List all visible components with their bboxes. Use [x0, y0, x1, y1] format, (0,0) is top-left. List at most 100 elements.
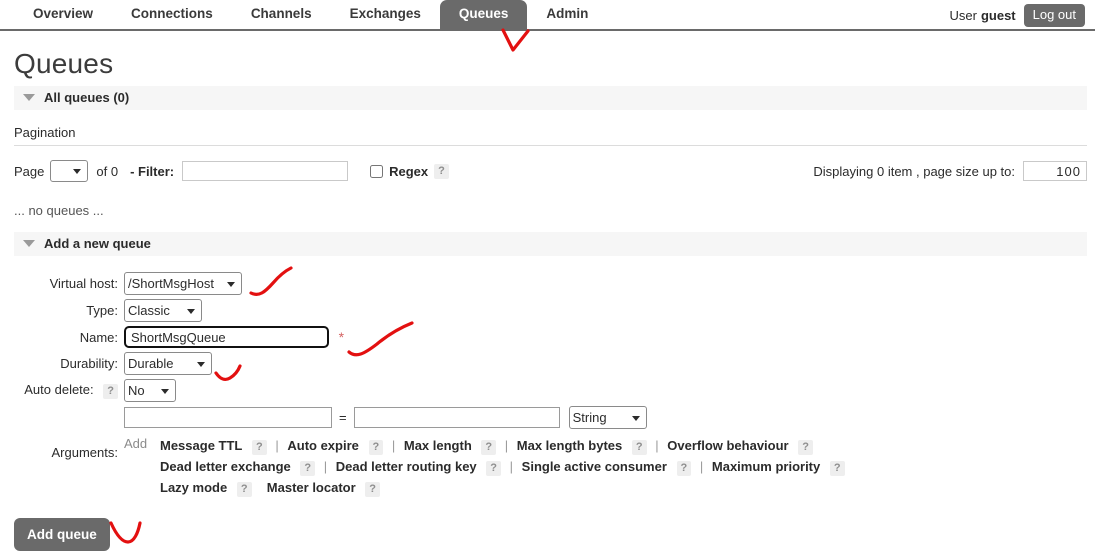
page-label: Page — [14, 164, 44, 179]
nav-tab-overview[interactable]: Overview — [14, 0, 112, 29]
nav-tab-channels[interactable]: Channels — [232, 0, 331, 29]
preset-separator: | — [700, 459, 703, 474]
page-select[interactable] — [50, 160, 88, 182]
required-marker: * — [339, 329, 344, 345]
argument-key-input[interactable] — [124, 407, 332, 428]
argument-preset-row: Message TTL ? | Auto expire ? | Max leng… — [160, 435, 845, 456]
type-select[interactable]: Classic — [124, 299, 202, 322]
virtual-host-select-wrapper: /ShortMsgHost — [124, 272, 242, 295]
argument-presets: Add Message TTL ? | Auto expire ? | Max … — [124, 435, 845, 498]
virtual-host-select[interactable]: /ShortMsgHost — [124, 272, 242, 295]
auto-delete-select[interactable]: No — [124, 379, 176, 402]
page-select-wrapper — [50, 160, 88, 182]
arguments-cell: = String Add Message TTL ? | Auto expire — [124, 404, 845, 500]
preset-separator: | — [655, 438, 658, 453]
preset-auto-expire-help-icon[interactable]: ? — [369, 440, 384, 455]
preset-max-length[interactable]: Max length — [404, 438, 472, 453]
section-header-all-queues-label: All queues (0) — [44, 90, 129, 105]
preset-auto-expire[interactable]: Auto expire — [287, 438, 359, 453]
pagination-divider — [14, 145, 1087, 146]
preset-dead-letter-exchange-help-icon[interactable]: ? — [300, 461, 315, 476]
nav-tab-admin[interactable]: Admin — [527, 0, 607, 29]
filter-label: - Filter: — [130, 164, 174, 179]
nav-tab-queues[interactable]: Queues — [440, 0, 528, 29]
nav-tab-channels-label: Channels — [251, 6, 312, 21]
preset-separator: | — [392, 438, 395, 453]
argument-value-input[interactable] — [354, 407, 560, 428]
nav-user-area: User guest Log out — [950, 3, 1086, 27]
regex-checkbox[interactable] — [370, 165, 383, 178]
preset-max-length-bytes-help-icon[interactable]: ? — [632, 440, 647, 455]
type-label: Type: — [0, 297, 124, 324]
arguments-label: Arguments: — [0, 404, 124, 500]
preset-lazy-mode[interactable]: Lazy mode — [160, 480, 227, 495]
auto-delete-label: Auto delete: — [24, 382, 93, 397]
auto-delete-label-cell: Auto delete: ? — [0, 377, 124, 404]
preset-separator: | — [505, 438, 508, 453]
page-size-group: Displaying 0 item , page size up to: — [813, 161, 1087, 181]
preset-separator: | — [275, 438, 278, 453]
pagination-label: Pagination — [14, 125, 1095, 140]
nav-tab-queues-label: Queues — [459, 6, 509, 21]
regex-checkbox-group: Regex ? — [370, 164, 449, 179]
preset-message-ttl-help-icon[interactable]: ? — [252, 440, 267, 455]
logout-button[interactable]: Log out — [1024, 4, 1085, 27]
page-size-input[interactable] — [1023, 161, 1087, 181]
type-select-wrapper: Classic — [124, 299, 202, 322]
auto-delete-select-wrapper: No — [124, 379, 176, 402]
preset-master-locator[interactable]: Master locator — [267, 480, 356, 495]
preset-single-active-consumer[interactable]: Single active consumer — [522, 459, 667, 474]
empty-queue-list-message: ... no queues ... — [14, 203, 1095, 218]
page-count-label: of 0 — [96, 164, 118, 179]
preset-message-ttl[interactable]: Message TTL — [160, 438, 242, 453]
regex-help-icon[interactable]: ? — [434, 164, 449, 179]
nav-tab-connections[interactable]: Connections — [112, 0, 232, 29]
form-row-virtual-host: Virtual host: /ShortMsgHost — [0, 270, 845, 297]
preset-maximum-priority-help-icon[interactable]: ? — [830, 461, 845, 476]
top-navbar: Overview Connections Channels Exchanges … — [0, 0, 1095, 31]
name-cell: * — [124, 324, 845, 350]
durability-cell: Durable — [124, 350, 845, 377]
add-queue-form: Virtual host: /ShortMsgHost Type: Classi… — [0, 270, 845, 500]
add-queue-button[interactable]: Add queue — [14, 518, 110, 551]
preset-single-active-consumer-help-icon[interactable]: ? — [677, 461, 692, 476]
argument-preset-row: Lazy mode ? Master locator ? — [160, 477, 845, 498]
preset-dead-letter-routing-key[interactable]: Dead letter routing key — [336, 459, 477, 474]
durability-label: Durability: — [0, 350, 124, 377]
virtual-host-label: Virtual host: — [0, 270, 124, 297]
preset-separator: | — [324, 459, 327, 474]
preset-maximum-priority[interactable]: Maximum priority — [712, 459, 820, 474]
durability-select[interactable]: Durable — [124, 352, 212, 375]
regex-label: Regex — [389, 164, 428, 179]
preset-overflow-behaviour[interactable]: Overflow behaviour — [667, 438, 788, 453]
section-header-add-queue[interactable]: Add a new queue — [14, 232, 1087, 256]
nav-tab-exchanges[interactable]: Exchanges — [331, 0, 440, 29]
preset-max-length-help-icon[interactable]: ? — [481, 440, 496, 455]
type-cell: Classic — [124, 297, 845, 324]
pagination-controls: Page of 0 - Filter: Regex ? Displaying 0… — [14, 159, 1087, 183]
nav-tab-admin-label: Admin — [546, 6, 588, 21]
argument-entry-row: = String — [124, 406, 845, 429]
preset-overflow-behaviour-help-icon[interactable]: ? — [798, 440, 813, 455]
name-label: Name: — [0, 324, 124, 350]
annotation-check-queues-tab — [503, 30, 528, 50]
preset-dead-letter-routing-key-help-icon[interactable]: ? — [486, 461, 501, 476]
section-header-add-queue-label: Add a new queue — [44, 236, 151, 251]
auto-delete-help-icon[interactable]: ? — [103, 384, 118, 399]
form-row-auto-delete: Auto delete: ? No — [0, 377, 845, 404]
preset-dead-letter-exchange[interactable]: Dead letter exchange — [160, 459, 291, 474]
user-label: User — [950, 8, 977, 23]
chevron-down-icon — [23, 240, 35, 247]
form-row-arguments: Arguments: = String Add Message TTL — [0, 404, 845, 500]
section-header-all-queues[interactable]: All queues (0) — [14, 86, 1087, 110]
preset-max-length-bytes[interactable]: Max length bytes — [517, 438, 622, 453]
queue-name-input[interactable] — [124, 326, 329, 348]
argument-type-select[interactable]: String — [569, 406, 647, 429]
filter-input[interactable] — [182, 161, 348, 181]
preset-lazy-mode-help-icon[interactable]: ? — [237, 482, 252, 497]
argument-type-select-wrapper: String — [560, 406, 647, 429]
add-argument-label: Add — [124, 435, 160, 451]
argument-preset-row: Dead letter exchange ? | Dead letter rou… — [160, 456, 845, 477]
preset-master-locator-help-icon[interactable]: ? — [365, 482, 380, 497]
virtual-host-cell: /ShortMsgHost — [124, 270, 845, 297]
